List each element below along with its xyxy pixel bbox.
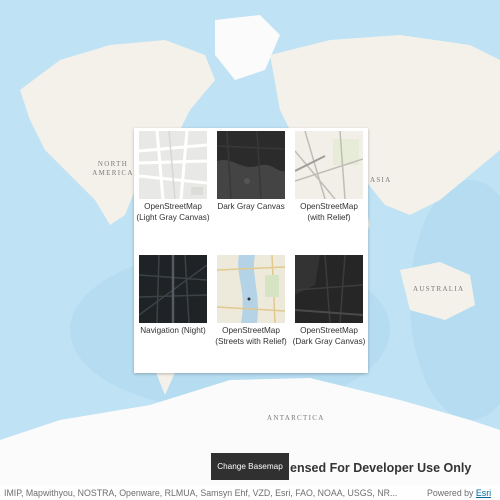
powered-by-label: Powered by [427, 487, 474, 498]
basemap-label: OpenStreetMap (Dark Gray Canvas) [292, 326, 366, 346]
basemap-label: OpenStreetMap (Light Gray Canvas) [136, 202, 210, 222]
label-north-america: NORTH AMERICA [92, 160, 134, 177]
basemap-gallery: OpenStreetMap (Light Gray Canvas) Dark G… [134, 128, 368, 373]
basemap-label: Navigation (Night) [140, 326, 206, 335]
developer-watermark: ensed For Developer Use Only [290, 461, 472, 475]
attribution-text[interactable]: IMIP, Mapwithyou, NOSTRA, Openware, RLMU… [4, 488, 420, 498]
basemap-tile-navigation-night[interactable]: Navigation (Night) [138, 252, 208, 337]
basemap-tile-dark-gray-canvas[interactable]: Dark Gray Canvas [216, 128, 286, 213]
powered-by: Powered by Esri [427, 488, 491, 498]
basemap-label: OpenStreetMap (Streets with Relief) [215, 326, 287, 346]
label-australia: AUSTRALIA [413, 285, 465, 293]
basemap-label: Dark Gray Canvas [217, 202, 285, 211]
change-basemap-button[interactable]: Change Basemap [211, 453, 289, 480]
basemap-thumbnail [217, 255, 285, 323]
esri-link[interactable]: Esri [476, 488, 491, 498]
basemap-tile-light-gray-canvas[interactable]: OpenStreetMap (Light Gray Canvas) [136, 128, 210, 223]
basemap-thumbnail [295, 255, 363, 323]
basemap-thumbnail [295, 131, 363, 199]
basemap-thumbnail [139, 255, 207, 323]
basemap-tile-osm-relief[interactable]: OpenStreetMap (with Relief) [294, 128, 364, 223]
attribution-bar: IMIP, Mapwithyou, NOSTRA, Openware, RLMU… [0, 485, 500, 500]
basemap-tile-osm-streets-relief[interactable]: OpenStreetMap (Streets with Relief) [215, 252, 287, 347]
basemap-label: OpenStreetMap (with Relief) [300, 202, 358, 222]
label-antarctica: ANTARCTICA [267, 414, 325, 422]
basemap-tile-osm-dark-gray[interactable]: OpenStreetMap (Dark Gray Canvas) [292, 252, 366, 347]
basemap-thumbnail [139, 131, 207, 199]
basemap-thumbnail [217, 131, 285, 199]
label-asia: ASIA [370, 176, 392, 184]
